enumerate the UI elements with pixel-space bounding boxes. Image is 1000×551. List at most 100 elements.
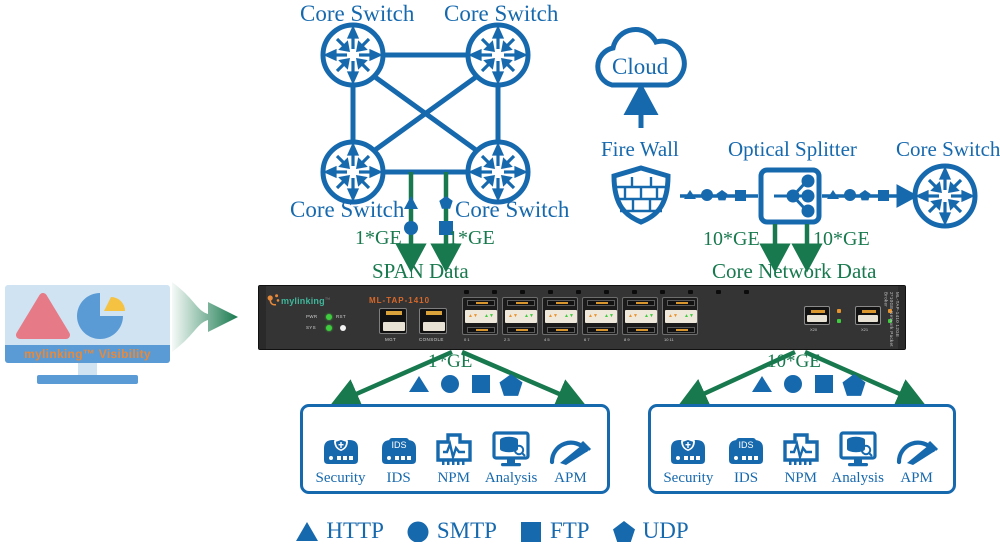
- vent-dot: [632, 290, 637, 294]
- port-group-caption: 0 1: [464, 337, 470, 342]
- apm-gauge-icon: [893, 426, 941, 468]
- network-packet-broker-device: mylinking ™ ML-TAP-1410 PWR RST SYS MGT …: [258, 285, 906, 350]
- left-output-rate-label: 1*GE: [428, 351, 473, 372]
- splitter-to-core-switch-traffic: [822, 184, 919, 208]
- tool-label: NPM: [437, 470, 470, 486]
- npm-monitor-icon: [432, 426, 476, 468]
- port-group[interactable]: ▲▼ ▲▼: [542, 297, 578, 335]
- right-output-rate-label: 10*GE: [767, 351, 821, 372]
- core-switch-icon-bl: [323, 142, 383, 202]
- network-topology-diagram: Core Switch Core Switch Core Switch Core…: [0, 0, 1000, 551]
- port-group[interactable]: ▲▼ ▲▼: [582, 297, 618, 335]
- port-slot-lower[interactable]: [587, 327, 615, 333]
- port-group-caption: 4 5: [544, 337, 550, 342]
- port-slot-lower[interactable]: [627, 327, 655, 333]
- tool-npm[interactable]: NPM: [779, 426, 823, 487]
- port-group[interactable]: ▲▼ ▲▼: [622, 297, 658, 335]
- pentagon-icon: [612, 521, 635, 542]
- sfp-port[interactable]: [804, 306, 830, 325]
- led-row-bottom: SYS: [306, 322, 352, 333]
- triangle-shape: [16, 293, 70, 339]
- npm-monitor-icon: [779, 426, 823, 468]
- device-model-label: ML-TAP-1410: [369, 296, 431, 305]
- legend-item-ftp: FTP: [519, 518, 590, 544]
- port-slot-upper[interactable]: [667, 300, 695, 306]
- port-group-caption: 8 9: [624, 337, 630, 342]
- console-port[interactable]: [419, 308, 447, 334]
- port-slot-upper[interactable]: [627, 300, 655, 306]
- port-leds: ▲▼ ▲▼: [625, 310, 657, 323]
- visibility-caption: mylinking™ Visibility: [24, 347, 151, 361]
- port-slot-upper[interactable]: [587, 300, 615, 306]
- port-leds: ▲▼ ▲▼: [505, 310, 537, 323]
- sfp-led-amber: [837, 309, 841, 313]
- port-slot-lower[interactable]: [507, 327, 535, 333]
- tool-ids[interactable]: IDS IDS: [375, 426, 423, 487]
- udp-pentagon-marker: [439, 196, 453, 209]
- tool-apm[interactable]: APM: [893, 426, 941, 487]
- port-leds: ▲▼ ▲▼: [465, 310, 497, 323]
- legend-item-http: HTTP: [295, 518, 384, 544]
- device-brand-text: mylinking: [281, 295, 325, 306]
- vent-dot: [660, 290, 665, 294]
- sfp-port-caption: X20: [810, 327, 818, 332]
- tool-label: Security: [663, 470, 714, 486]
- tool-analysis[interactable]: Analysis: [831, 426, 884, 487]
- sfp-port[interactable]: [855, 306, 881, 325]
- firewall-label: Fire Wall: [601, 137, 679, 161]
- led-indicator-pwr: [326, 313, 332, 320]
- core-switch-icon-right: [915, 166, 975, 226]
- monitor-foot: [37, 375, 138, 384]
- port-slot-upper[interactable]: [467, 300, 495, 306]
- legend-label: UDP: [642, 518, 689, 543]
- port-group[interactable]: ▲▼ ▲▼: [662, 297, 698, 335]
- shield-appliance-icon: [664, 426, 712, 468]
- tool-security[interactable]: Security: [663, 426, 713, 487]
- port-leds: ▲▼ ▲▼: [665, 310, 697, 323]
- device-logo: mylinking ™: [267, 294, 330, 307]
- tool-security[interactable]: Security: [316, 426, 366, 487]
- span-rate-left-label: 1*GE: [355, 227, 402, 249]
- tool-label: NPM: [784, 470, 817, 486]
- tool-npm[interactable]: NPM: [432, 426, 476, 487]
- tool-ids[interactable]: IDS IDS: [722, 426, 770, 487]
- tool-label: APM: [900, 470, 933, 486]
- tool-label: IDS: [386, 470, 411, 486]
- tool-label: Analysis: [484, 470, 538, 486]
- tool-apm[interactable]: APM: [546, 426, 594, 487]
- device-side-text: ML-TAP-1410 12GE 2*10GE Network Packet B…: [883, 292, 900, 347]
- port-slot-lower[interactable]: [667, 327, 695, 333]
- chassis-left-rail: [259, 286, 266, 349]
- right-protocol-shapes: [752, 374, 866, 396]
- port-group-caption: 6 7: [584, 337, 590, 342]
- core-switch-icon-tr: [468, 25, 528, 85]
- port-slot-upper[interactable]: [507, 300, 535, 306]
- square-icon: [520, 522, 541, 542]
- protocol-legend: HTTP SMTP FTP UDP: [0, 518, 1000, 544]
- right-tools-panel: Security IDS IDS NPM Analysis APM: [648, 404, 956, 494]
- sfp-port-caption: X21: [861, 327, 869, 332]
- smtp-circle-marker: [404, 221, 418, 235]
- vent-dot: [604, 290, 609, 294]
- port-group[interactable]: ▲▼ ▲▼: [502, 297, 538, 335]
- vent-dot: [520, 290, 525, 294]
- port-group[interactable]: ▲▼ ▲▼: [462, 297, 498, 335]
- http-triangle-marker: [404, 196, 418, 209]
- tool-label: Analysis: [831, 470, 884, 486]
- ids-appliance-icon: IDS: [722, 426, 770, 468]
- mgmt-port[interactable]: [379, 308, 407, 334]
- mgmt-port-caption: MGT: [385, 337, 397, 342]
- vent-dot: [716, 290, 721, 294]
- port-group-caption: 10 11: [664, 337, 674, 342]
- core-switch-label-tl: Core Switch: [300, 1, 415, 26]
- tool-analysis[interactable]: Analysis: [484, 426, 538, 487]
- port-slot-lower[interactable]: [547, 327, 575, 333]
- device-brand-tm: ™: [324, 298, 330, 303]
- reset-button[interactable]: [340, 324, 346, 331]
- analysis-database-monitor-icon: [488, 426, 534, 468]
- port-slot-lower[interactable]: [467, 327, 495, 333]
- port-slot-upper[interactable]: [547, 300, 575, 306]
- span-rate-right-label: 1*GE: [448, 227, 495, 249]
- core-rate-left-label: 10*GE: [703, 228, 760, 250]
- firewall-shield-icon: [611, 165, 671, 225]
